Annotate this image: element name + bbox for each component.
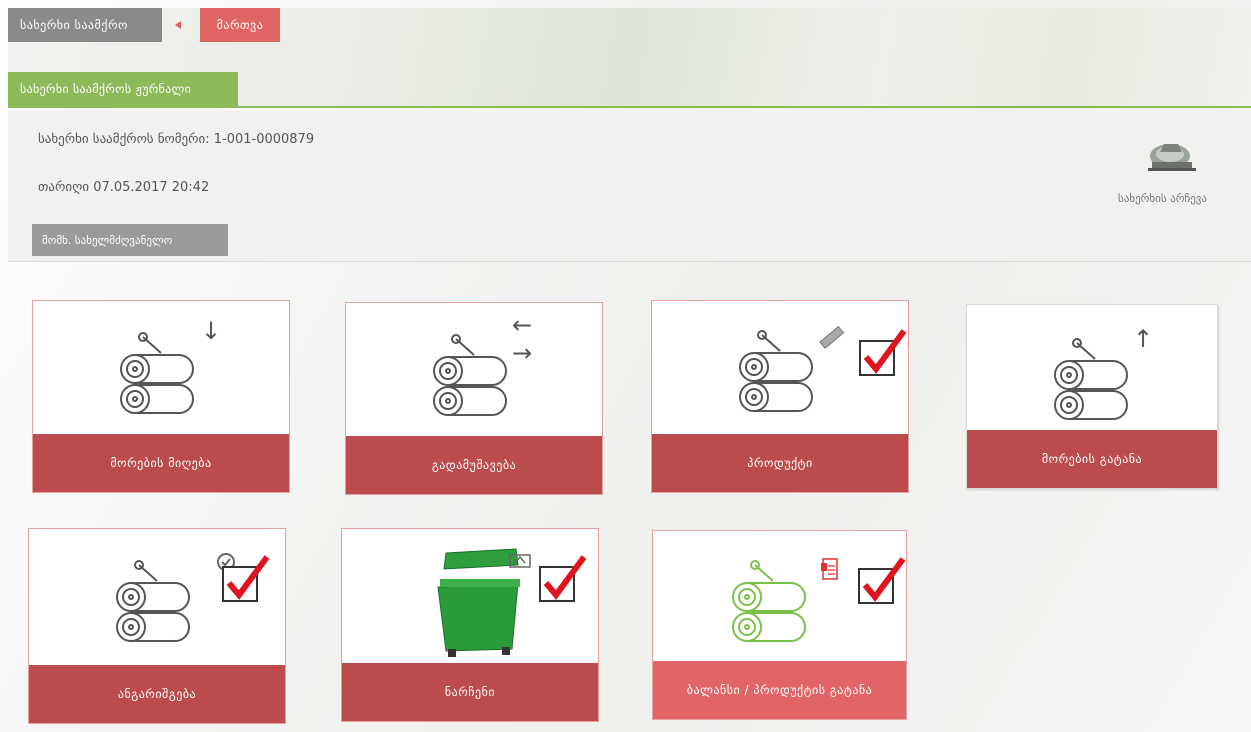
arrow-down-icon: ↓ bbox=[201, 317, 222, 345]
scale-icon bbox=[509, 554, 531, 568]
tile-label: ნარჩენი bbox=[342, 663, 598, 721]
arrow-left-icon: ← bbox=[512, 311, 533, 339]
tile-logs-removal[interactable]: ↑ მორების გატანა bbox=[966, 304, 1218, 489]
tile-balance[interactable]: ბალანსი / პროდუქტის გატანა bbox=[652, 530, 907, 720]
tile-label: გადამუშავება bbox=[346, 436, 602, 494]
breadcrumb-current[interactable]: მართვა bbox=[200, 8, 280, 42]
logs-icon bbox=[116, 560, 190, 642]
tile-reporting[interactable]: ანგარიშგება bbox=[28, 528, 286, 724]
tile-waste[interactable]: ნარჩენი bbox=[341, 528, 599, 722]
tile-label: მორების მიღება bbox=[33, 434, 289, 492]
tile-product[interactable]: პროდუქტი bbox=[651, 300, 909, 493]
tile-label: ბალანსი / პროდუქტის გატანა bbox=[653, 661, 906, 719]
info-panel: სახერხი საამქროს ნომერი: 1-001-0000879 თ… bbox=[8, 110, 1251, 262]
tile-label: პროდუქტი bbox=[652, 434, 908, 492]
responsible-button[interactable]: მომხ. სახელმძღვანელო bbox=[32, 224, 228, 256]
checkbox-checked-icon[interactable] bbox=[858, 327, 908, 377]
arrow-right-icon: → bbox=[512, 339, 533, 367]
breadcrumb-home[interactable]: სახერხი საამქრო bbox=[8, 8, 162, 42]
breadcrumb-arrow-icon bbox=[172, 18, 186, 32]
date-value: 07.05.2017 20:42 bbox=[93, 180, 210, 195]
logs-icon bbox=[739, 330, 813, 412]
logs-icon bbox=[1054, 338, 1128, 420]
tile-logs-receive[interactable]: ↓ მორების მიღება bbox=[32, 300, 290, 493]
plank-icon bbox=[819, 325, 845, 349]
saw-select-label[interactable]: სახერხის არჩევა bbox=[1118, 192, 1251, 205]
logs-icon-green bbox=[732, 560, 806, 642]
mill-number-value: 1-001-0000879 bbox=[213, 132, 315, 147]
date-label: თარიღი bbox=[38, 180, 90, 195]
tile-label: მორების გატანა bbox=[967, 430, 1217, 488]
mill-number-label: სახერხი საამქროს ნომერი: bbox=[38, 132, 210, 147]
circular-saw-icon[interactable] bbox=[1144, 132, 1200, 178]
checkbox-checked-icon[interactable] bbox=[538, 553, 588, 603]
mill-number: სახერხი საამქროს ნომერი: 1-001-0000879 bbox=[38, 132, 314, 147]
date-line: თარიღი 07.05.2017 20:42 bbox=[38, 180, 209, 195]
tile-processing[interactable]: ← → გადამუშავება bbox=[345, 302, 603, 495]
tile-label: ანგარიშგება bbox=[29, 665, 285, 723]
checkbox-checked-icon[interactable] bbox=[221, 553, 271, 603]
logs-icon bbox=[433, 334, 507, 416]
checkbox-checked-icon[interactable] bbox=[857, 555, 907, 605]
tab-journal[interactable]: სახერხი საამქროს ჟურნალი bbox=[8, 72, 238, 106]
arrow-up-icon: ↑ bbox=[1133, 325, 1154, 353]
logs-icon bbox=[120, 332, 194, 414]
document-icon bbox=[821, 558, 838, 580]
